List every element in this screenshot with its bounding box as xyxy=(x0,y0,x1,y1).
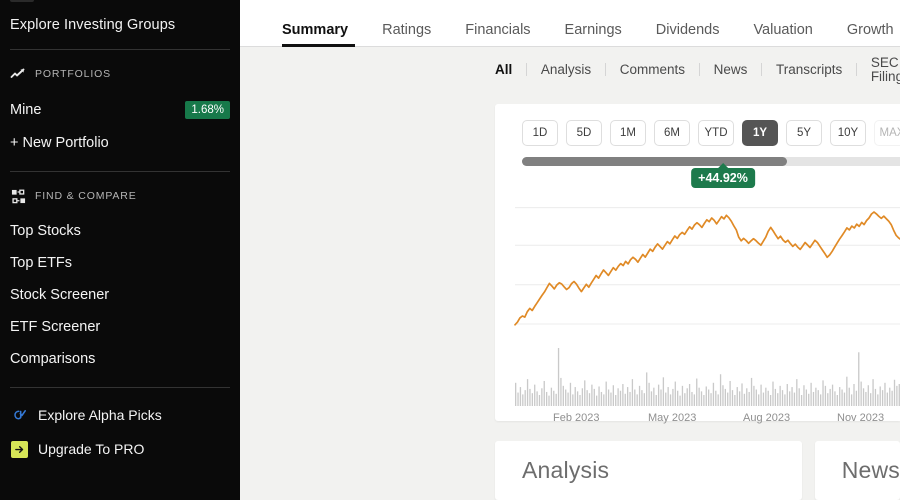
sidebar-item-etf-screener[interactable]: ETF Screener xyxy=(10,311,230,343)
sidebar-explore-investing-groups[interactable]: Explore Investing Groups xyxy=(10,0,230,49)
alpha-check-icon xyxy=(10,406,28,424)
sidebar-item-mine-label: Mine xyxy=(10,102,42,119)
slider-fill xyxy=(522,157,788,166)
sidebar-section-label-find-compare: FIND & COMPARE xyxy=(35,190,137,203)
tab-summary[interactable]: Summary xyxy=(260,22,365,48)
sidebar-item-comparisons[interactable]: Comparisons xyxy=(10,343,230,375)
main-content: Summary Ratings Financials Earnings Divi… xyxy=(240,0,900,500)
subtab-all[interactable]: All xyxy=(495,63,526,77)
range-button-10y[interactable]: 10Y xyxy=(830,120,866,146)
sidebar-item-alpha-picks-label: Explore Alpha Picks xyxy=(38,407,162,424)
price-chart: 175 150 125 xyxy=(503,198,900,418)
sidebar-item-alpha-picks[interactable]: Explore Alpha Picks xyxy=(10,398,230,432)
tab-dividends[interactable]: Dividends xyxy=(639,22,737,48)
tab-growth[interactable]: Growth xyxy=(830,22,900,48)
x-axis-label-may: May 2023 xyxy=(648,412,697,424)
price-chart-svg xyxy=(514,207,900,406)
portfolio-change-badge: 1.68% xyxy=(185,101,230,120)
range-button-6m[interactable]: 6M xyxy=(654,120,690,146)
analysis-card[interactable]: Analysis xyxy=(495,441,802,500)
x-axis-label-feb: Feb 2023 xyxy=(553,412,600,424)
tab-valuation[interactable]: Valuation xyxy=(736,22,829,48)
range-button-5d[interactable]: 5D xyxy=(566,120,602,146)
sidebar-item-mine[interactable]: Mine 1.68% xyxy=(10,93,230,127)
arrow-right-icon xyxy=(10,440,28,458)
tab-financials[interactable]: Financials xyxy=(448,22,547,48)
trending-up-icon xyxy=(10,66,26,82)
x-axis-label-nov: Nov 2023 xyxy=(837,412,885,424)
subtab-sec-filings[interactable]: SEC Filings xyxy=(857,56,900,83)
news-card-title: News xyxy=(841,457,900,483)
range-button-1y[interactable]: 1Y xyxy=(742,120,778,146)
chart-column: 1D 5D 1M 6M YTD 1Y 5Y 10Y MAX +44.92% xyxy=(495,120,900,424)
sidebar-item-top-etfs[interactable]: Top ETFs xyxy=(10,247,230,279)
price-line xyxy=(514,211,900,326)
upgrade-pro-chip xyxy=(10,440,28,458)
subtab-transcripts[interactable]: Transcripts xyxy=(762,63,856,77)
range-button-ytd[interactable]: YTD xyxy=(698,120,734,146)
sidebar: Explore Investing Groups PORTFOLIOS Mine… xyxy=(0,0,240,500)
period-change-badge: +44.92% xyxy=(691,163,755,188)
bottom-cards: Analysis News xyxy=(495,441,900,500)
sidebar-item-upgrade-pro[interactable]: Upgrade To PRO xyxy=(10,432,230,466)
news-card[interactable]: News xyxy=(814,441,900,500)
range-button-1m[interactable]: 1M xyxy=(610,120,646,146)
compare-grid-icon xyxy=(10,188,26,204)
chart-gridlines xyxy=(515,207,900,325)
chart-period-slider[interactable]: +44.92% xyxy=(522,157,900,188)
range-button-5y[interactable]: 5Y xyxy=(786,120,822,146)
tab-earnings[interactable]: Earnings xyxy=(548,22,639,48)
primary-tab-bar: Summary Ratings Financials Earnings Divi… xyxy=(240,0,900,47)
sidebar-section-label-portfolios: PORTFOLIOS xyxy=(35,68,111,80)
secondary-filter-bar: All Analysis Comments News Transcripts S… xyxy=(240,47,900,92)
sidebar-item-top-stocks[interactable]: Top Stocks xyxy=(10,215,230,247)
subtab-news[interactable]: News xyxy=(700,63,762,77)
time-range-buttons: 1D 5D 1M 6M YTD 1Y 5Y 10Y MAX xyxy=(509,120,900,146)
sidebar-item-new-portfolio[interactable]: + New Portfolio xyxy=(10,127,230,159)
subtab-analysis[interactable]: Analysis xyxy=(527,63,605,77)
sidebar-divider-3 xyxy=(10,387,230,389)
sidebar-section-portfolios: PORTFOLIOS xyxy=(10,50,230,93)
x-axis-label-aug: Aug 2023 xyxy=(743,412,791,424)
subtab-comments[interactable]: Comments xyxy=(606,63,699,77)
sidebar-section-find-compare: FIND & COMPARE xyxy=(10,172,230,215)
summary-chart-card: 1D 5D 1M 6M YTD 1Y 5Y 10Y MAX +44.92% xyxy=(495,104,900,424)
x-axis-labels: Feb 2023 May 2023 Aug 2023 Nov 2023 xyxy=(503,412,900,428)
range-button-max[interactable]: MAX xyxy=(874,120,900,146)
range-button-1d[interactable]: 1D xyxy=(522,120,558,146)
tab-ratings[interactable]: Ratings xyxy=(365,22,448,48)
sidebar-top-stub xyxy=(10,0,34,2)
sidebar-item-upgrade-pro-label: Upgrade To PRO xyxy=(38,441,145,458)
volume-bars xyxy=(515,348,900,406)
sidebar-item-stock-screener[interactable]: Stock Screener xyxy=(10,279,230,311)
analysis-card-title: Analysis xyxy=(522,457,610,483)
